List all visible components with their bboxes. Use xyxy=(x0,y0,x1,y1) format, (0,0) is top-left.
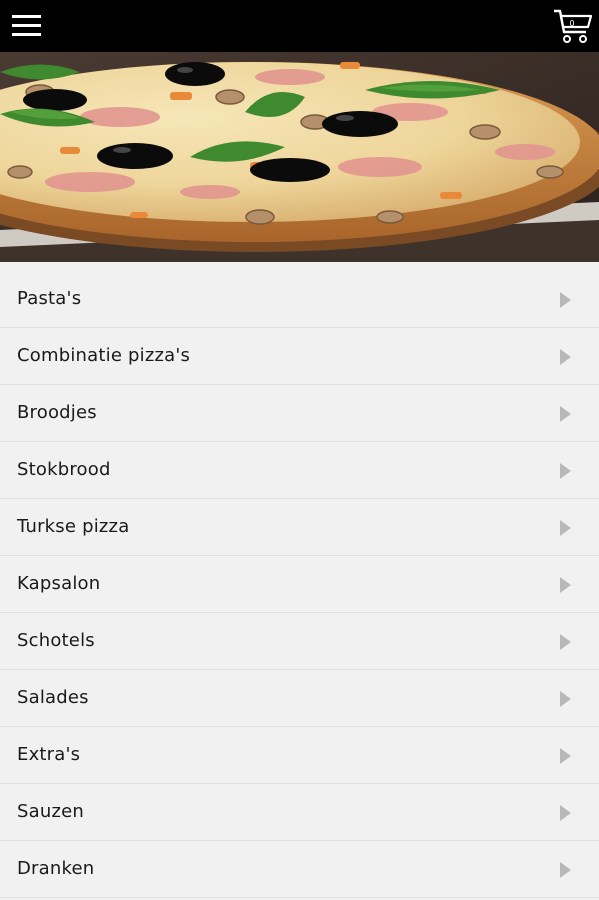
list-item[interactable]: Turkse pizza xyxy=(0,499,599,556)
list-item[interactable]: Dranken xyxy=(0,841,599,898)
cart-button[interactable]: 0 xyxy=(553,8,593,46)
list-item[interactable]: Salades xyxy=(0,670,599,727)
chevron-right-icon xyxy=(560,577,571,593)
category-label: Extra's xyxy=(17,744,81,765)
category-label: Kapsalon xyxy=(17,573,101,594)
list-item[interactable]: Combinatie pizza's xyxy=(0,328,599,385)
list-item[interactable]: Kapsalon xyxy=(0,556,599,613)
app-header: 0 xyxy=(0,0,599,52)
chevron-right-icon xyxy=(560,292,571,308)
chevron-right-icon xyxy=(560,463,571,479)
list-item[interactable]: Extra's xyxy=(0,727,599,784)
chevron-right-icon xyxy=(560,634,571,650)
category-label: Pasta's xyxy=(17,288,82,309)
cart-count: 0 xyxy=(569,19,575,28)
category-label: Schotels xyxy=(17,630,95,651)
pizza-photo xyxy=(0,52,599,262)
chevron-right-icon xyxy=(560,406,571,422)
hamburger-menu-icon xyxy=(12,15,41,36)
list-item[interactable]: Schotels xyxy=(0,613,599,670)
chevron-right-icon xyxy=(560,520,571,536)
category-label: Turkse pizza xyxy=(17,516,130,537)
list-item[interactable]: Stokbrood xyxy=(0,442,599,499)
chevron-right-icon xyxy=(560,862,571,878)
category-label: Dranken xyxy=(17,858,95,879)
list-item[interactable]: Broodjes xyxy=(0,385,599,442)
list-item[interactable]: Pasta's xyxy=(0,271,599,328)
category-label: Salades xyxy=(17,687,89,708)
chevron-right-icon xyxy=(560,349,571,365)
list-item[interactable]: Sauzen xyxy=(0,784,599,841)
hero-image xyxy=(0,52,599,262)
chevron-right-icon xyxy=(560,805,571,821)
category-list: Pasta's Combinatie pizza's Broodjes Stok… xyxy=(0,271,599,898)
category-label: Broodjes xyxy=(17,402,97,423)
category-label: Combinatie pizza's xyxy=(17,345,191,366)
chevron-right-icon xyxy=(560,691,571,707)
category-label: Stokbrood xyxy=(17,459,111,480)
category-label: Sauzen xyxy=(17,801,84,822)
menu-button[interactable] xyxy=(11,10,43,42)
chevron-right-icon xyxy=(560,748,571,764)
